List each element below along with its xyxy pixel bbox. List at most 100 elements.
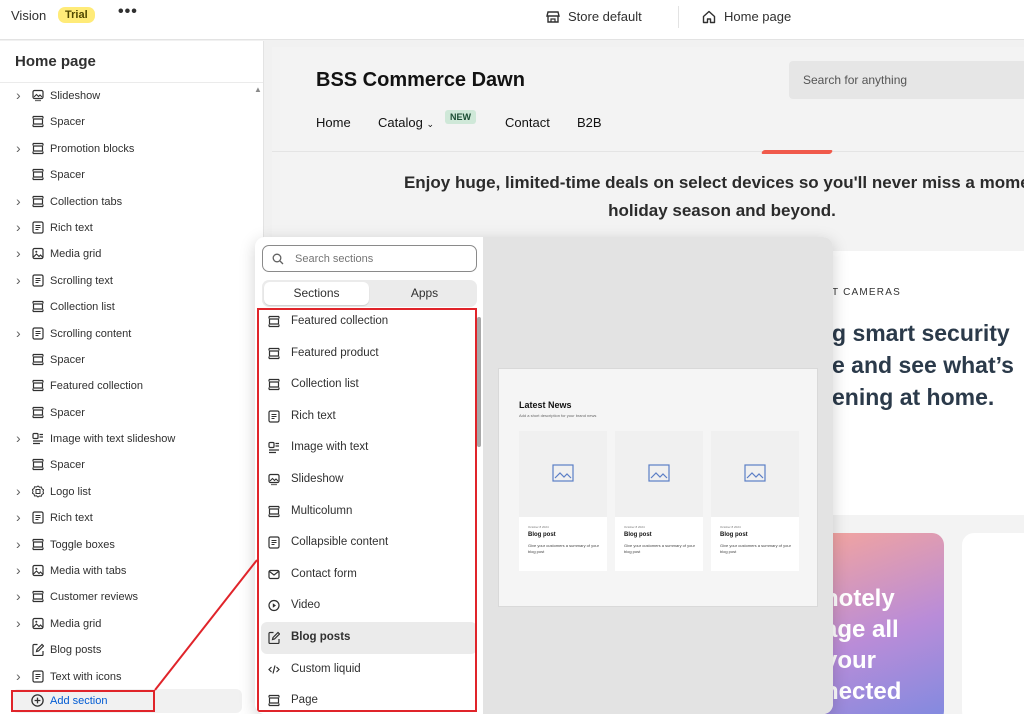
image-placeholder [711, 431, 799, 517]
image-icon [32, 617, 44, 630]
nav-link-b2b[interactable]: B2B [577, 115, 602, 130]
section-search-field[interactable] [262, 245, 477, 272]
sidebar-item[interactable]: › Scrolling text [0, 268, 263, 294]
preview-card-title: Latest News [519, 400, 572, 410]
sidebar-item-label: Customer reviews [50, 591, 139, 604]
store-search-input[interactable]: Search for anything [789, 61, 1024, 99]
section-icon [32, 168, 44, 181]
more-actions-button[interactable]: ••• [118, 3, 138, 21]
chevron-right-icon[interactable]: › [16, 615, 26, 631]
sidebar-item-label: Image with text slideshow [50, 433, 176, 446]
post-meta: October 8 2024 [720, 525, 741, 529]
page-label: Home page [724, 9, 792, 24]
hero-card: T CAMERAS g smart security e and see wha… [832, 251, 1024, 515]
store-selector-button[interactable]: Store default [546, 9, 642, 24]
sidebar-item-label: Blog posts [50, 644, 102, 657]
grad-line-3: your [824, 647, 877, 674]
sidebar-item-label: Text with icons [50, 670, 122, 683]
sidebar-item[interactable]: Spacer [0, 109, 263, 135]
sidebar-item-label: Media grid [50, 617, 102, 630]
chevron-right-icon[interactable]: › [16, 325, 26, 341]
post-desc: Give your customers a summary of your bl… [720, 543, 791, 554]
sidebar-item[interactable]: › Scrolling content [0, 321, 263, 347]
sidebar-item[interactable]: › Collection tabs [0, 189, 263, 215]
image-icon [744, 464, 766, 482]
section-preview-pane: Latest News Add a short description for … [483, 237, 833, 714]
sidebar-item[interactable]: › Logo list [0, 479, 263, 505]
chevron-right-icon[interactable]: › [16, 245, 26, 261]
sidebar-item[interactable]: › Customer reviews [0, 584, 263, 610]
chevron-right-icon[interactable]: › [16, 87, 26, 103]
hero-line-3: ening at home. [832, 384, 995, 410]
sidebar-item-label: Toggle boxes [50, 538, 115, 551]
chevron-right-icon[interactable]: › [16, 483, 26, 499]
hero-heading: g smart security e and see what’s ening … [832, 317, 1024, 413]
chevron-right-icon[interactable]: › [16, 509, 26, 525]
sidebar-item[interactable]: › Rich text [0, 215, 263, 241]
sidebar-item[interactable]: › Toggle boxes [0, 532, 263, 558]
app-name: Vision [11, 8, 47, 23]
preview-blog-post: October 8 2024 Blog post Give your custo… [615, 431, 703, 571]
sidebar-item[interactable]: Spacer [0, 347, 263, 373]
sidebar-item-label: Spacer [50, 116, 85, 129]
chevron-right-icon[interactable]: › [16, 562, 26, 578]
sidebar-item[interactable]: › Image with text slideshow [0, 426, 263, 452]
text-icon [32, 326, 44, 340]
section-icon [32, 379, 44, 392]
section-search-input[interactable] [295, 250, 465, 268]
sidebar-item[interactable]: › Media grid [0, 241, 263, 267]
section-icon [32, 538, 44, 551]
chevron-right-icon[interactable]: › [16, 219, 26, 235]
section-icon [32, 300, 44, 313]
section-icon [32, 353, 44, 366]
nav-link-catalog[interactable]: Catalog ⌄ [378, 115, 434, 130]
text-icon [32, 511, 44, 524]
tab-apps[interactable]: Apps [374, 282, 475, 305]
sidebar-item-label: Scrolling content [50, 327, 132, 340]
gradient-promo-text: notely age all your nected [824, 583, 901, 707]
section-icon [32, 406, 44, 419]
grad-line-1: notely [824, 585, 895, 612]
chevron-right-icon[interactable]: › [16, 193, 26, 209]
image-icon [32, 247, 44, 260]
image-icon [648, 464, 670, 482]
hero-line-2: e and see what’s [832, 352, 1014, 378]
preview-card-subtitle: Add a short description for your brand n… [519, 413, 597, 418]
chevron-right-icon[interactable]: › [16, 140, 26, 156]
top-bar: Vision Trial ••• Store default Home page [0, 0, 1024, 40]
sidebar-item[interactable]: › Media with tabs [0, 558, 263, 584]
chevron-right-icon[interactable]: › [16, 588, 26, 604]
sidebar-item[interactable]: Collection list [0, 294, 263, 320]
nav-link-catalog-label: Catalog [378, 115, 423, 130]
sidebar-item-label: Spacer [50, 459, 85, 472]
sidebar-item[interactable]: › Slideshow [0, 83, 263, 109]
sidebar-item[interactable]: Spacer [0, 400, 263, 426]
section-picker-list-pane: Sections Apps Featured collectionFeature… [255, 237, 483, 714]
sidebar-title: Home page [15, 53, 96, 70]
post-desc: Give your customers a summary of your bl… [528, 543, 599, 554]
chevron-right-icon[interactable]: › [16, 668, 26, 684]
section-icon [32, 142, 44, 155]
sidebar-item[interactable]: › Promotion blocks [0, 136, 263, 162]
tab-sections[interactable]: Sections [264, 282, 369, 305]
chevron-right-icon[interactable]: › [16, 430, 26, 446]
home-icon [702, 10, 716, 23]
sidebar-item-label: Rich text [50, 512, 93, 525]
section-preview-card: Latest News Add a short description for … [498, 368, 818, 607]
sidebar-item[interactable]: Spacer [0, 452, 263, 478]
chevron-right-icon[interactable]: › [16, 536, 26, 552]
chevron-right-icon[interactable]: › [16, 272, 26, 288]
sidebar-item[interactable]: › Rich text [0, 505, 263, 531]
sidebar-item[interactable]: Featured collection [0, 373, 263, 399]
sidebar-item-label: Promotion blocks [50, 142, 135, 155]
sidebar-item[interactable]: › Text with icons [0, 664, 263, 690]
sidebar-item[interactable]: Spacer [0, 162, 263, 188]
sidebar-item[interactable]: › Media grid [0, 611, 263, 637]
sidebar-item[interactable]: Blog posts [0, 637, 263, 663]
sidebar-item-label: Media grid [50, 248, 102, 261]
page-selector-button[interactable]: Home page [702, 9, 791, 24]
nav-link-home[interactable]: Home [316, 115, 351, 130]
picker-scrollbar[interactable] [477, 317, 481, 447]
highlight-box-section-list [257, 308, 477, 712]
nav-link-contact[interactable]: Contact [505, 115, 550, 130]
